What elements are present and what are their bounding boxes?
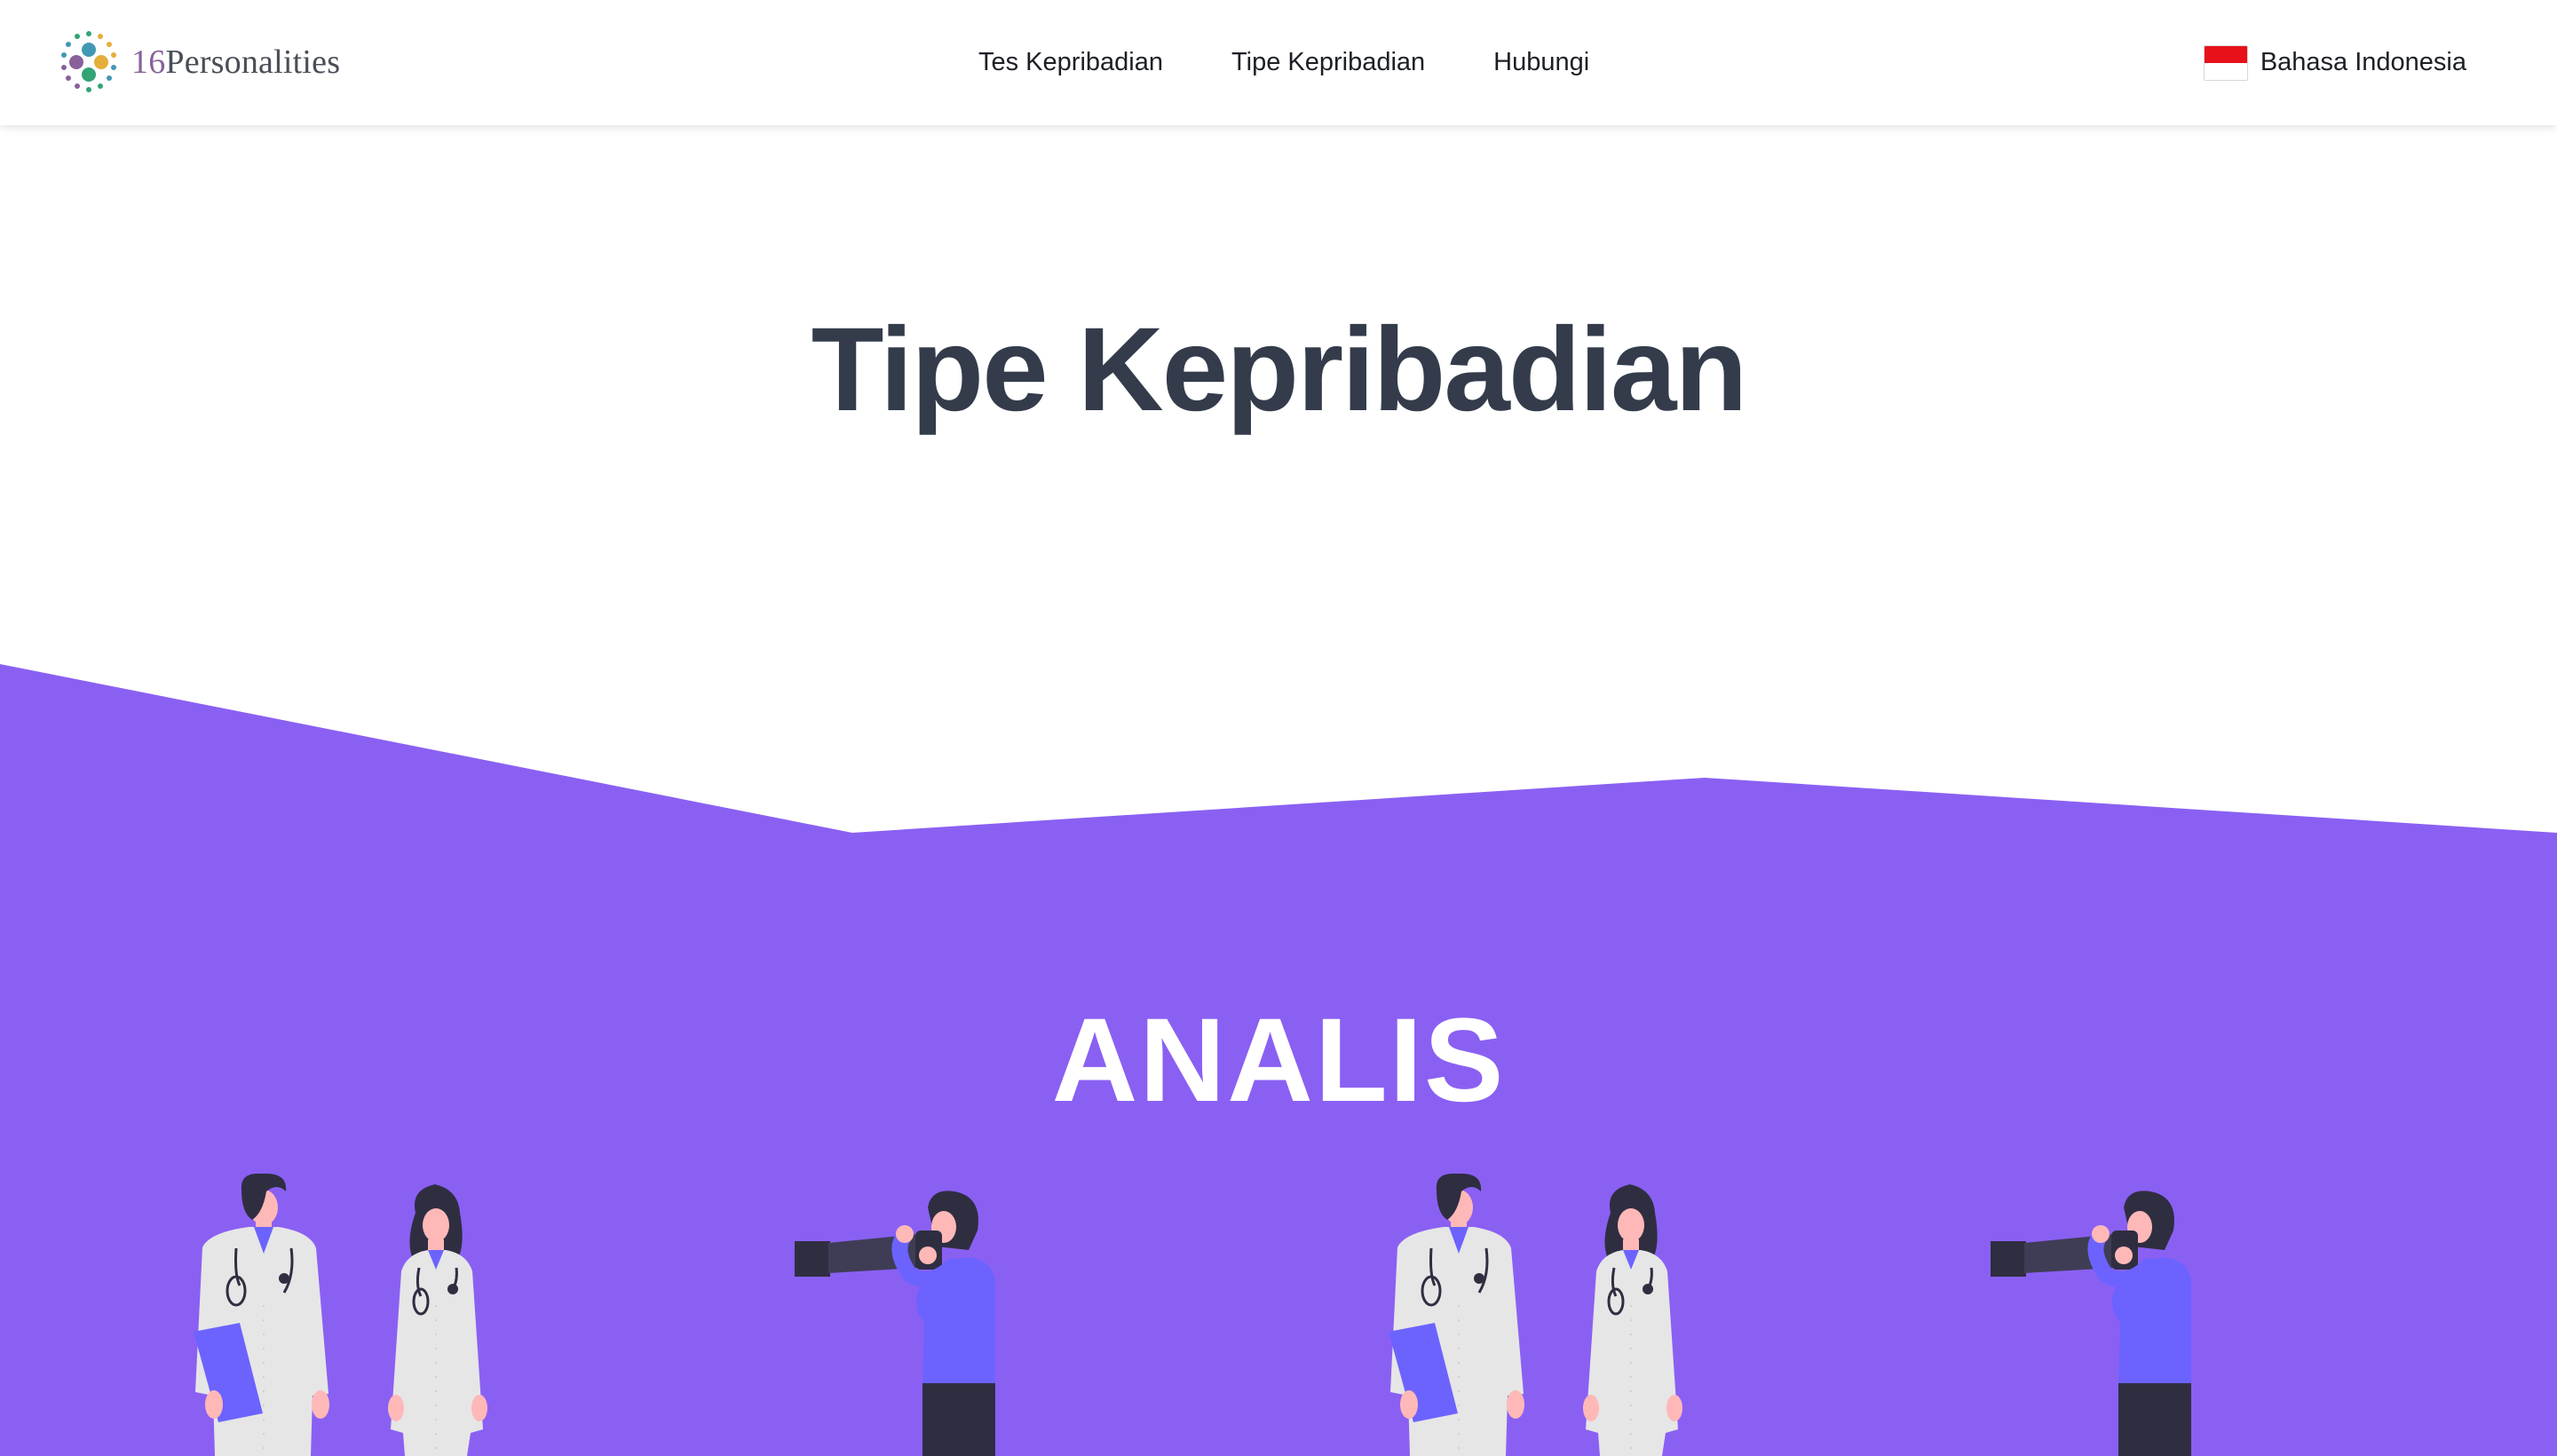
indonesia-flag-icon [2203,44,2248,81]
section-title: ANALIS [1051,994,1506,1127]
female-doctor-figure [1583,1184,1682,1456]
main-navigation: Tes Kepribadian Tipe Kepribadian Hubungi [978,0,1658,125]
male-doctor-figure [194,1173,329,1456]
nav-item-hubungi[interactable]: Hubungi [1493,48,1589,77]
photographer-illustration [795,1191,995,1456]
page: 16Personalities Tes Kepribadian Tipe Kep… [0,0,2557,1456]
language-selector[interactable]: Bahasa Indonesia [2203,0,2466,125]
doctors-illustration [194,1173,487,1456]
photographer-illustration [1991,1191,2191,1456]
language-label: Bahasa Indonesia [2260,48,2466,76]
nav-item-tes-kepribadian[interactable]: Tes Kepribadian [978,48,1163,77]
female-doctor-figure [388,1184,487,1456]
logo-name: Personalities [165,44,341,81]
logo-wordmark: 16Personalities [131,43,340,82]
page-title: Tipe Kepribadian [811,304,1748,436]
male-doctor-figure [1389,1173,1524,1456]
nav-item-tipe-kepribadian[interactable]: Tipe Kepribadian [1231,48,1425,77]
logo-dots-icon [61,31,116,92]
doctors-illustration [1389,1173,1682,1456]
site-logo[interactable]: 16Personalities [53,27,340,98]
top-navigation-bar: 16Personalities Tes Kepribadian Tipe Kep… [0,0,2557,125]
logo-number: 16 [131,44,166,81]
